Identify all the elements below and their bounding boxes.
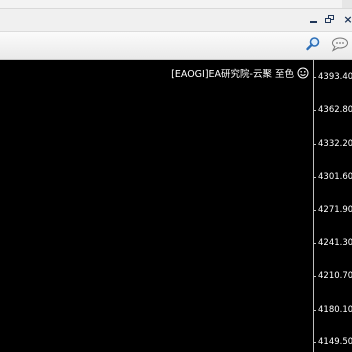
- toolbar: [0, 31, 352, 60]
- close-icon: ×: [343, 12, 352, 26]
- top-strip: [0, 0, 352, 9]
- chart-header-text: [EAOGI]EA研究院-云聚 至色: [171, 69, 294, 80]
- trading-terminal-window: × [EAOGI]EA研究院-云聚 至色 4393.40 4362.80 433…: [0, 0, 352, 352]
- price-axis: 4393.40 4362.80 4332.20 4301.60 4271.90 …: [313, 60, 352, 352]
- smiley-icon: [297, 67, 309, 79]
- minimize-button[interactable]: [306, 12, 320, 26]
- search-icon[interactable]: [305, 36, 321, 52]
- restore-icon: [325, 14, 335, 24]
- chart-area[interactable]: [EAOGI]EA研究院-云聚 至色: [0, 60, 313, 352]
- close-button[interactable]: ×: [341, 12, 352, 26]
- chat-bubble-icon[interactable]: [331, 36, 348, 52]
- minimize-icon: [309, 21, 317, 23]
- chart-header: [EAOGI]EA研究院-云聚 至色: [171, 66, 309, 80]
- restore-button[interactable]: [323, 12, 337, 26]
- top-strip-corner: [342, 0, 352, 8]
- window-controls-row: [0, 9, 352, 31]
